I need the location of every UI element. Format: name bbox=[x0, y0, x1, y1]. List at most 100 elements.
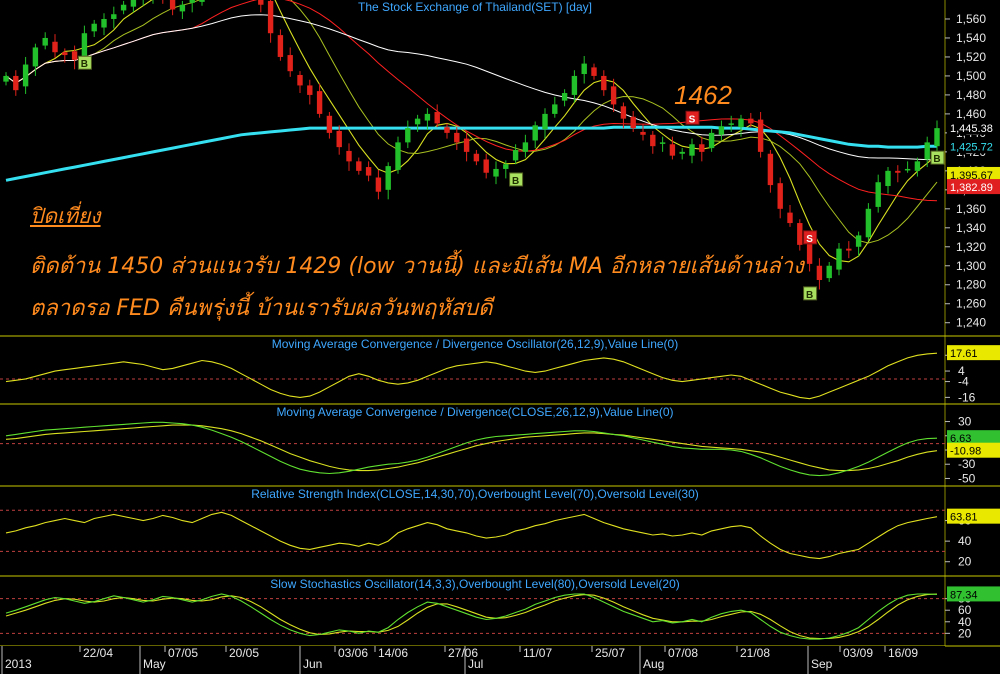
ma-short-line bbox=[5, 0, 938, 263]
ma-long-badge: 1,425.72 bbox=[950, 141, 993, 153]
macd-osc-badge: 17.61 bbox=[950, 348, 978, 360]
candle-body bbox=[32, 47, 39, 67]
macd-panel-tick-label: -50 bbox=[958, 471, 976, 485]
candle-body bbox=[640, 131, 646, 135]
candle-body bbox=[699, 144, 705, 152]
candle-body bbox=[836, 248, 842, 270]
price-tick-label: 1,520 bbox=[956, 50, 986, 64]
rsi-panel-tick-label: 40 bbox=[958, 534, 972, 548]
macd-line bbox=[5, 421, 938, 477]
price-tick-label: 1,480 bbox=[956, 88, 986, 102]
ma-fast-line bbox=[5, 0, 938, 244]
candle-body bbox=[473, 153, 480, 162]
macd-panel-tick-label: 30 bbox=[958, 415, 972, 429]
candle-body bbox=[316, 91, 323, 114]
x-tick-label: 14/06 bbox=[378, 646, 408, 660]
rsi-panel-title: Relative Strength Index(CLOSE,14,30,70),… bbox=[251, 487, 699, 501]
candle-body bbox=[708, 132, 715, 149]
candle-body bbox=[728, 123, 734, 125]
ma-long-line bbox=[5, 125, 937, 182]
candle-body bbox=[199, 0, 205, 2]
candle-body bbox=[414, 118, 421, 125]
candle-body bbox=[561, 93, 568, 101]
notes-line-1: ติดต้าน 1450 ส่วนแนวรับ 1429 (low วานนี้… bbox=[30, 254, 804, 279]
last-close-badge: 1,445.38 bbox=[950, 123, 993, 135]
peak-annotation: 1462 bbox=[674, 80, 732, 110]
candle-body bbox=[846, 248, 852, 251]
ma-red-badge: 1,382.89 bbox=[950, 182, 993, 194]
candle-body bbox=[189, 0, 195, 3]
candle-body bbox=[42, 37, 48, 46]
candle-body bbox=[512, 149, 519, 161]
candle-body bbox=[356, 161, 362, 171]
candle-body bbox=[346, 150, 352, 162]
x-tick-label: 20/05 bbox=[229, 646, 259, 660]
candle-body bbox=[532, 125, 538, 141]
candle-body bbox=[522, 142, 529, 152]
candle-body bbox=[258, 0, 264, 5]
macd-osc-panel-title: Moving Average Convergence / Divergence … bbox=[272, 337, 678, 351]
candle-body bbox=[865, 208, 872, 238]
candle-body bbox=[434, 112, 440, 124]
notes-line-2: ตลาดรอ FED คืนพรุ่งนี้ บ้านเรารับผลวันพฤ… bbox=[30, 296, 493, 321]
candle-body bbox=[581, 63, 587, 75]
candle-body bbox=[591, 67, 597, 76]
candle-body bbox=[120, 4, 127, 11]
candle-body bbox=[885, 170, 891, 187]
candle-body bbox=[826, 265, 832, 279]
candle-body bbox=[875, 182, 881, 207]
candle-body bbox=[650, 134, 656, 147]
candle-body bbox=[571, 75, 578, 95]
stoch-d-line bbox=[5, 593, 938, 640]
candle-body bbox=[904, 168, 911, 171]
x-tick-label: Aug bbox=[643, 657, 664, 671]
candle-body bbox=[934, 128, 940, 147]
x-tick-label: Jul bbox=[468, 657, 483, 671]
x-tick-label: 07/08 bbox=[668, 646, 698, 660]
price-tick-label: 1,500 bbox=[956, 69, 986, 83]
candle-body bbox=[336, 130, 342, 148]
x-tick-label: 03/06 bbox=[338, 646, 368, 660]
candle-body bbox=[307, 85, 313, 95]
candle-body bbox=[326, 115, 333, 133]
candle-body bbox=[738, 118, 744, 128]
stoch-panel-title: Slow Stochastics Oscillator(14,3,3),Over… bbox=[270, 577, 680, 591]
candle-body bbox=[365, 167, 372, 176]
signal-label: S bbox=[806, 234, 813, 245]
stock-chart: 1,2401,2601,2801,3001,3201,3401,3601,380… bbox=[0, 0, 1000, 674]
price-tick-label: 1,280 bbox=[956, 278, 986, 292]
x-tick-label: 2013 bbox=[5, 657, 32, 671]
rsi-badge: 63.81 bbox=[950, 512, 978, 524]
price-tick-label: 1,560 bbox=[956, 12, 986, 26]
candle-body bbox=[91, 23, 97, 32]
candle-body bbox=[454, 132, 460, 143]
candle-body bbox=[444, 127, 450, 133]
signal-label: B bbox=[806, 290, 813, 301]
price-tick-label: 1,320 bbox=[956, 240, 986, 254]
candle-body bbox=[395, 142, 401, 170]
chart-title: The Stock Exchange of Thailand(SET) [day… bbox=[358, 0, 592, 14]
candle-body bbox=[483, 159, 489, 173]
candle-body bbox=[13, 75, 19, 91]
signal-label: B bbox=[512, 176, 519, 187]
candle-body bbox=[405, 128, 411, 143]
signal-label: B bbox=[933, 154, 940, 165]
candle-body bbox=[748, 118, 754, 124]
candle-body bbox=[620, 106, 627, 119]
signal-label: S bbox=[689, 114, 696, 125]
macd-osc-panel-tick-label: -16 bbox=[958, 390, 976, 404]
macd-signal-badge: -10.98 bbox=[950, 446, 981, 458]
candle-body bbox=[895, 170, 901, 173]
candle-body bbox=[277, 35, 284, 57]
candle-body bbox=[62, 52, 68, 56]
candle-body bbox=[375, 177, 382, 192]
macd-panel-tick-label: -30 bbox=[958, 457, 976, 471]
x-tick-label: 16/09 bbox=[888, 646, 918, 660]
x-tick-label: Jun bbox=[303, 657, 322, 671]
candle-body bbox=[689, 144, 695, 156]
chart-window: 1,2401,2601,2801,3001,3201,3401,3601,380… bbox=[0, 0, 1000, 674]
candle-body bbox=[297, 74, 303, 86]
macd-osc-panel-tick-label: -4 bbox=[958, 375, 969, 389]
x-tick-label: 03/09 bbox=[843, 646, 873, 660]
price-tick-label: 1,460 bbox=[956, 107, 986, 121]
